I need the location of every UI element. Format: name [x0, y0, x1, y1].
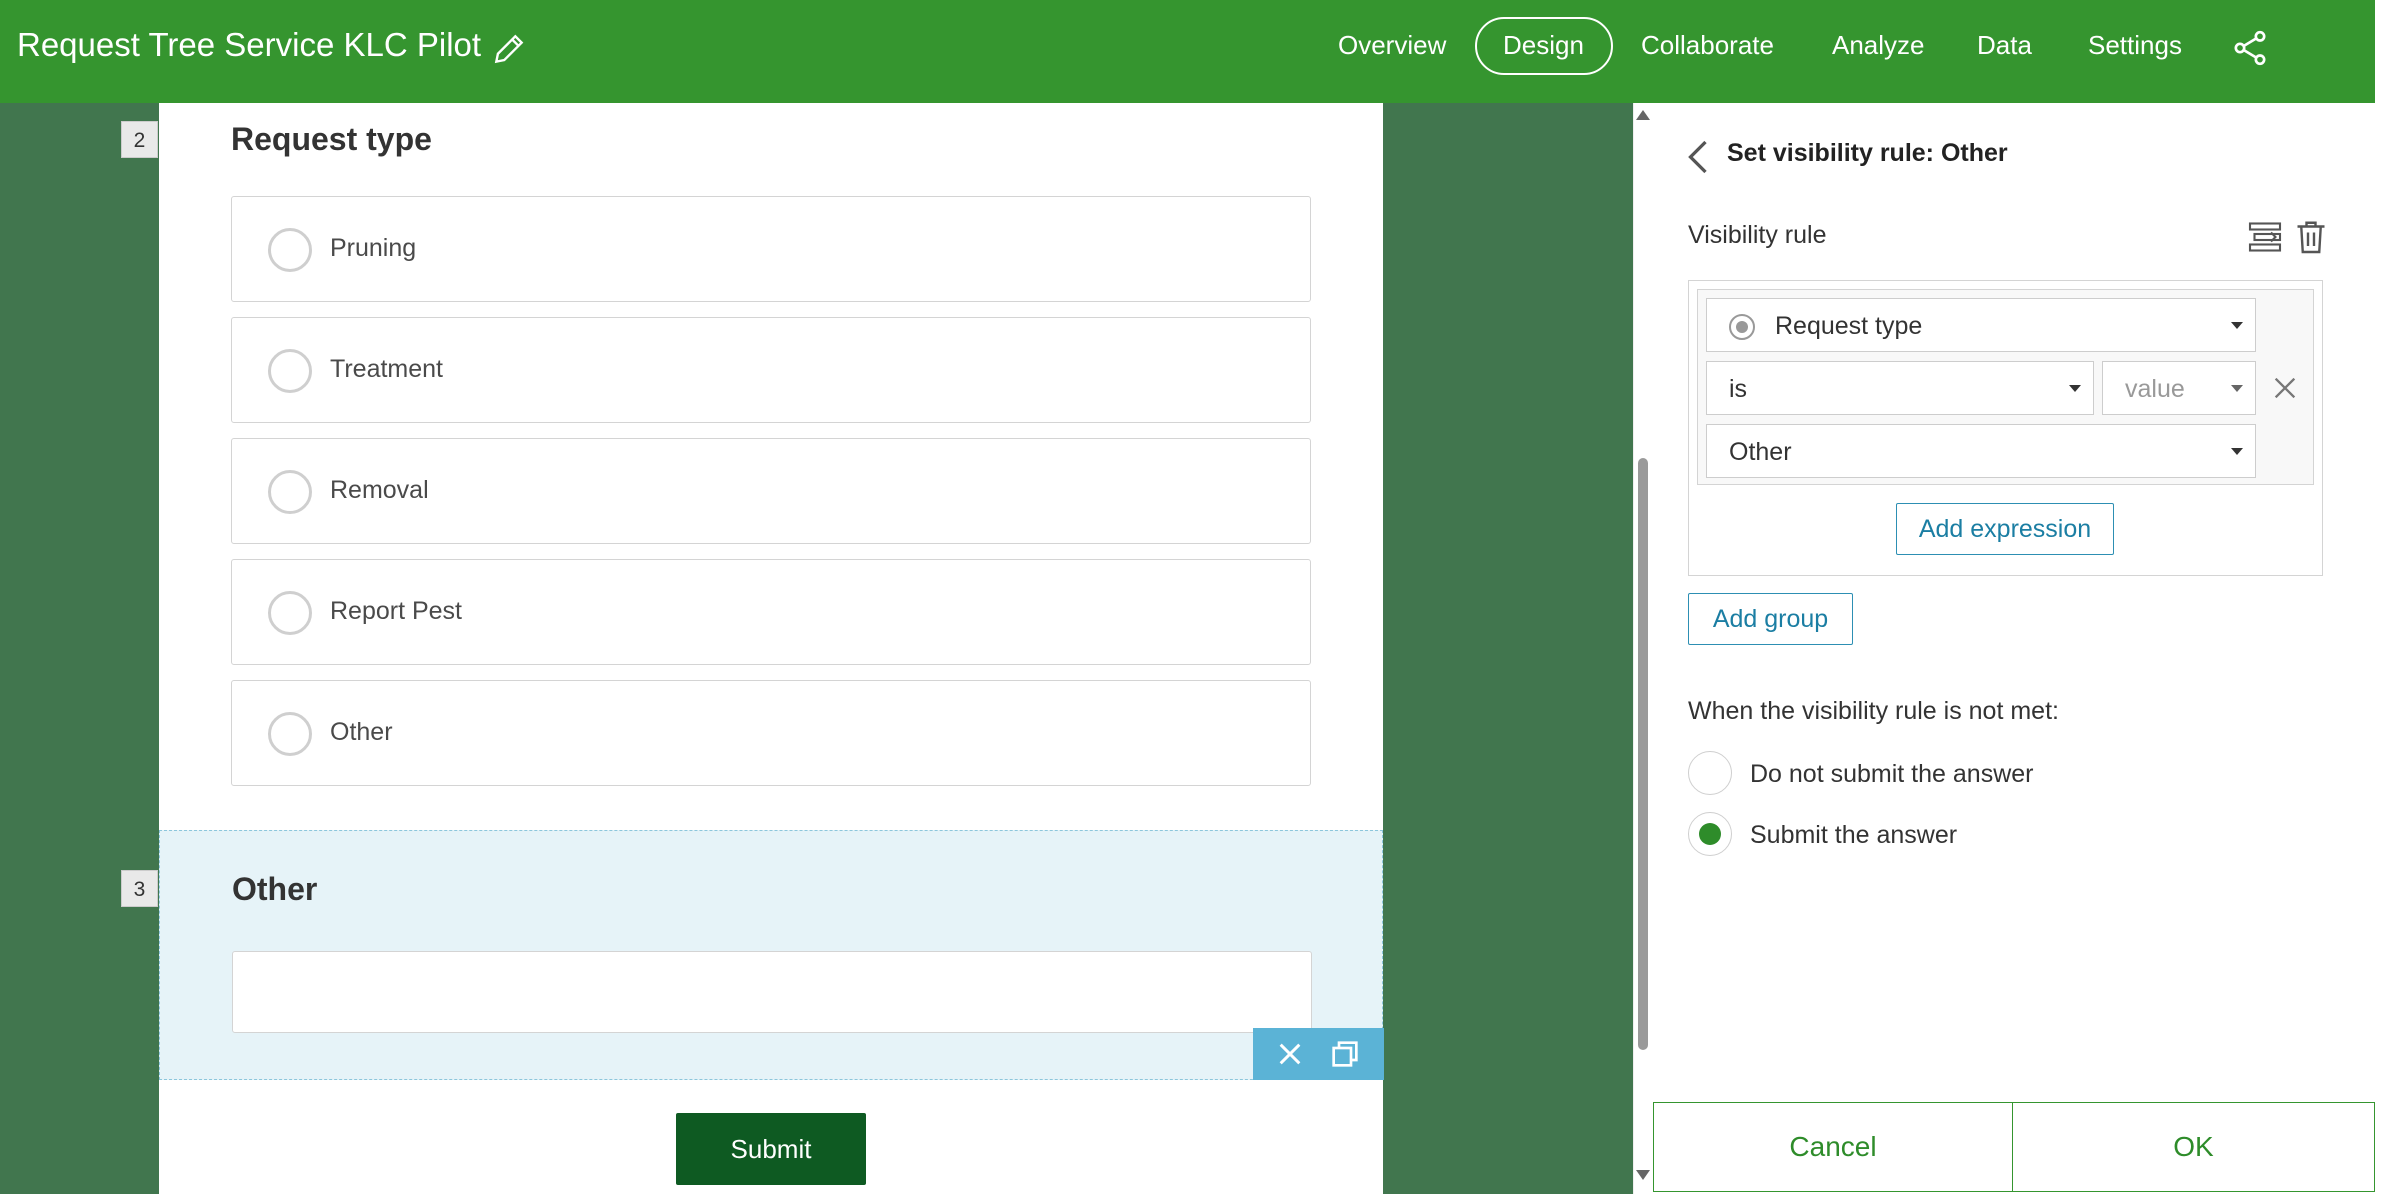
value-select-value: Other — [1729, 438, 1792, 466]
radio-label: Submit the answer — [1750, 821, 1958, 849]
survey-title: Request Tree Service KLC Pilot — [17, 26, 482, 63]
question-title[interactable]: Other — [232, 871, 317, 908]
single-choice-icon — [1729, 314, 1755, 340]
value-type-select[interactable]: value — [2102, 361, 2256, 415]
operator-select-value: is — [1729, 375, 1748, 403]
panel-title: Set visibility rule: Other — [1727, 139, 2008, 167]
value-select[interactable]: Other — [1706, 424, 2256, 478]
radio-circle-icon — [268, 591, 312, 635]
back-chevron-icon[interactable] — [1685, 139, 1711, 175]
choice-label: Removal — [330, 476, 429, 504]
cancel-button[interactable]: Cancel — [1653, 1102, 2013, 1192]
form-canvas: 2 3 Request type Pruning Treatment Remov… — [0, 103, 1633, 1194]
delete-question-icon[interactable] — [1274, 1038, 1306, 1070]
radio-button-selected[interactable] — [1688, 812, 1732, 856]
scrollbar-thumb[interactable] — [1638, 458, 1648, 1050]
chevron-down-icon — [2231, 322, 2243, 329]
add-group-button[interactable]: Add group — [1688, 593, 1853, 645]
app-header: Request Tree Service KLC Pilot Overview … — [0, 0, 2375, 103]
radio-circle-icon — [268, 712, 312, 756]
radio-button[interactable] — [1688, 751, 1732, 795]
add-expression-button[interactable]: Add expression — [1896, 503, 2114, 555]
not-met-label: When the visibility rule is not met: — [1688, 697, 2059, 725]
duplicate-question-icon[interactable] — [1329, 1038, 1361, 1070]
edit-title-pencil-icon[interactable] — [490, 30, 528, 68]
question-number: 3 — [121, 870, 158, 907]
chevron-down-icon — [2069, 385, 2081, 392]
operator-select[interactable]: is — [1706, 361, 2094, 415]
question-toolbar — [1253, 1028, 1384, 1080]
visibility-rule-panel: Set visibility rule: Other Visibility ru… — [1653, 103, 2375, 1194]
tab-analyze[interactable]: Analyze — [1832, 30, 1925, 61]
choice-option[interactable]: Treatment — [231, 317, 1311, 423]
question-title[interactable]: Request type — [231, 121, 432, 158]
rule-group: Request type is value Other Add expressi… — [1688, 280, 2323, 576]
question-select-value: Request type — [1775, 312, 1923, 340]
tab-collaborate[interactable]: Collaborate — [1641, 30, 1774, 61]
question-number: 2 — [121, 121, 158, 158]
group-toggle-icon[interactable] — [2247, 219, 2283, 255]
chevron-down-icon — [2231, 448, 2243, 455]
choice-label: Other — [330, 718, 393, 746]
tab-data[interactable]: Data — [1977, 30, 2032, 61]
visibility-rule-label: Visibility rule — [1688, 221, 1827, 249]
share-icon[interactable] — [2230, 28, 2270, 68]
question-select[interactable]: Request type — [1706, 298, 2256, 352]
choice-option[interactable]: Other — [231, 680, 1311, 786]
rule-expression: Request type is value Other — [1697, 289, 2314, 485]
do-not-submit-option[interactable]: Do not submit the answer — [1688, 751, 2088, 797]
submit-button[interactable]: Submit — [676, 1113, 866, 1185]
choice-option[interactable]: Pruning — [231, 196, 1311, 302]
choice-option[interactable]: Report Pest — [231, 559, 1311, 665]
selected-question[interactable]: Other — [159, 830, 1384, 1080]
tab-settings[interactable]: Settings — [2088, 30, 2182, 61]
choice-label: Pruning — [330, 234, 417, 262]
radio-circle-icon — [268, 349, 312, 393]
text-answer-input[interactable] — [232, 951, 1312, 1033]
value-type-select-value: value — [2125, 375, 2185, 403]
tab-overview[interactable]: Overview — [1338, 30, 1446, 61]
trash-icon[interactable] — [2293, 219, 2329, 255]
scroll-up-arrow-icon[interactable] — [1636, 110, 1650, 120]
choice-label: Treatment — [330, 355, 444, 383]
remove-expression-icon[interactable] — [2271, 374, 2299, 402]
form-preview: Request type Pruning Treatment Removal R… — [159, 103, 1384, 1194]
chevron-down-icon — [2231, 385, 2243, 392]
submit-answer-option[interactable]: Submit the answer — [1688, 812, 2088, 858]
radio-label: Do not submit the answer — [1750, 760, 2034, 788]
choice-option[interactable]: Removal — [231, 438, 1311, 544]
radio-circle-icon — [268, 228, 312, 272]
radio-circle-icon — [268, 470, 312, 514]
tab-design[interactable]: Design — [1503, 30, 1584, 61]
ok-button[interactable]: OK — [2012, 1102, 2375, 1192]
choice-label: Report Pest — [330, 597, 463, 625]
scroll-down-arrow-icon[interactable] — [1636, 1170, 1650, 1180]
